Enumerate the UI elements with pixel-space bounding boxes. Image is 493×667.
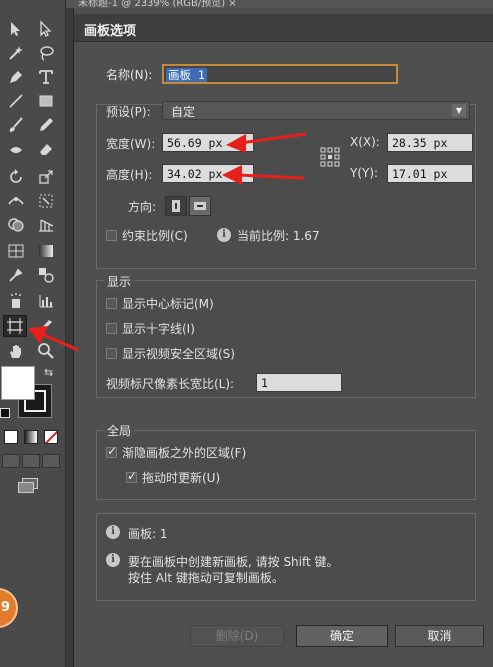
width-tool-icon[interactable] [4,190,28,212]
x-label: X(X): [350,135,380,149]
preset-dropdown-value: 自定 [171,105,196,119]
video-safe-label: 显示视频安全区域(S) [122,347,235,361]
default-fill-stroke-icon[interactable] [0,408,10,418]
line-tool-icon[interactable] [4,90,28,112]
fade-outside-checkbox[interactable] [106,444,117,458]
width-field[interactable]: 56.69 px [162,133,254,152]
eraser-tool-icon[interactable] [34,138,58,160]
width-label: 宽度(W): [106,137,156,151]
cross-hairs-label: 显示十字线(I) [122,322,195,336]
type-tool-icon[interactable] [34,66,58,88]
constrain-proportions-checkbox[interactable] [106,230,117,241]
draw-behind-icon[interactable] [22,454,40,468]
symbol-sprayer-tool-icon[interactable] [4,290,28,312]
artboard-tool-icon[interactable] [3,315,27,337]
update-while-dragging-checkbox[interactable] [126,469,137,483]
lasso-tool-icon[interactable] [34,42,58,64]
center-mark-checkbox[interactable] [106,298,117,309]
height-field[interactable]: 34.02 px [162,164,254,183]
video-safe-checkbox[interactable] [106,348,117,359]
global-group [96,430,476,500]
tools-panel: ⇆ 9 [0,0,66,667]
swap-fill-stroke-icon[interactable]: ⇆ [44,366,53,379]
name-label: 名称(N): [106,68,153,82]
document-tab[interactable]: 未标题-1 @ 2339% (RGB/预览) × [66,0,493,8]
rectangle-tool-icon[interactable] [34,90,58,112]
reference-point-icon[interactable] [320,147,340,167]
info-icon: i [217,228,231,242]
rotate-tool-icon[interactable] [4,166,28,188]
portrait-orientation-button[interactable] [165,196,187,216]
chevron-down-icon: ▼ [452,104,466,117]
height-label: 高度(H): [106,168,153,182]
slice-tool-icon[interactable] [34,316,58,338]
artboard-count-text: 画板: 1 [128,527,168,541]
zoom-tool-icon[interactable] [34,340,58,362]
gradient-mode-icon[interactable] [24,430,38,444]
info-icon: i [106,553,120,567]
none-mode-icon[interactable] [44,430,58,444]
hand-tool-icon[interactable] [4,340,28,362]
dialog-titlebar[interactable]: 画板选项 [74,14,493,42]
orientation-label: 方向: [128,200,157,214]
artboard-options-dialog: 画板选项 名称(N): 画板 1 预设(P): 自定 ▼ 宽度(W): 56.6… [73,8,493,667]
global-group-title: 全局 [104,422,135,439]
x-field[interactable]: 28.35 px [387,133,473,152]
panel-divider [66,0,73,667]
eyedropper-tool-icon[interactable] [4,264,28,286]
update-while-dragging-label: 拖动时更新(U) [142,471,221,485]
display-group-title: 显示 [104,273,135,290]
shape-builder-tool-icon[interactable] [4,214,28,236]
name-field[interactable]: 画板 1 [162,64,398,84]
screen-mode-icon[interactable] [18,478,38,494]
column-graph-tool-icon[interactable] [34,290,58,312]
ok-button[interactable]: 确定 [296,625,388,647]
badge-text: 9 [0,600,10,615]
document-tab-title: 未标题-1 @ 2339% (RGB/预览) × [78,0,237,8]
landscape-icon [194,202,206,210]
name-field-value: 画板 1 [166,68,207,82]
blend-tool-icon[interactable] [34,264,58,286]
current-ratio-text: 当前比例: 1.67 [237,229,320,243]
center-mark-label: 显示中心标记(M) [122,297,214,311]
gradient-tool-icon[interactable] [34,240,58,262]
pixel-ratio-field[interactable]: 1 [256,373,342,392]
preset-group [96,104,476,269]
pencil-tool-icon[interactable] [34,114,58,136]
y-label: Y(Y): [350,166,379,180]
pen-tool-icon[interactable] [4,66,28,88]
notification-badge: 9 [0,588,18,628]
mesh-tool-icon[interactable] [4,240,28,262]
delete-button[interactable]: 删除(D) [190,625,284,647]
pixel-ratio-label: 视频标尺像素长宽比(L): [106,377,235,391]
preset-label: 预设(P): [106,105,151,119]
free-transform-tool-icon[interactable] [34,190,58,212]
fill-swatch[interactable] [1,366,35,400]
info-icon: i [106,525,120,539]
color-mode-icon[interactable] [4,430,18,444]
scale-tool-icon[interactable] [34,166,58,188]
preset-dropdown[interactable]: 自定 ▼ [162,101,470,120]
fade-outside-label: 渐隐画板之外的区域(F) [122,446,247,460]
blob-brush-tool-icon[interactable] [4,138,28,160]
dialog-title: 画板选项 [84,24,137,39]
magic-wand-tool-icon[interactable] [4,42,28,64]
draw-inside-icon[interactable] [42,454,60,468]
cancel-button[interactable]: 取消 [395,625,484,647]
cross-hairs-checkbox[interactable] [106,323,117,334]
perspective-grid-tool-icon[interactable] [34,214,58,236]
draw-normal-icon[interactable] [2,454,20,468]
paintbrush-tool-icon[interactable] [4,114,28,136]
constrain-proportions-label: 约束比例(C) [122,229,188,243]
selection-tool-icon[interactable] [4,18,28,40]
tip-line-1: 要在画板中创建新画板, 请按 Shift 键。 [128,555,339,569]
tip-line-2: 按住 Alt 键拖动可复制画板。 [128,571,284,585]
landscape-orientation-button[interactable] [189,196,211,216]
direct-selection-tool-icon[interactable] [34,18,58,40]
portrait-icon [172,200,180,212]
y-field[interactable]: 17.01 px [387,164,473,183]
